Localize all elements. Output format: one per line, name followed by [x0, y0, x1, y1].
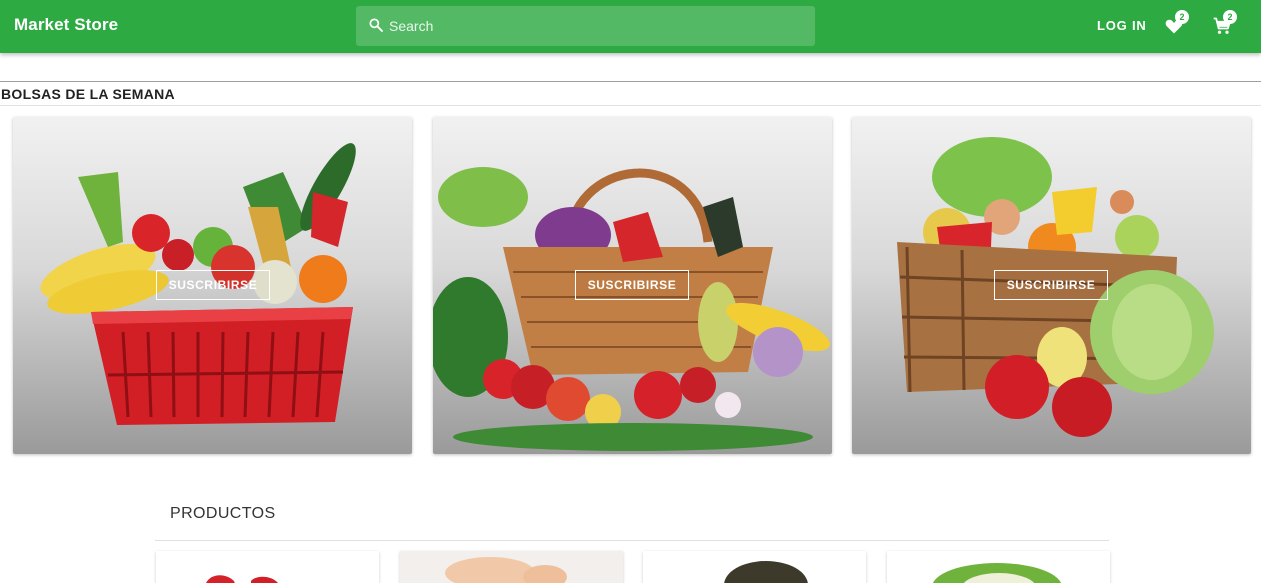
bags-section-title: BOLSAS DE LA SEMANA	[1, 86, 175, 102]
search-box[interactable]	[356, 6, 815, 46]
section-divider	[0, 81, 1261, 82]
chicken-image	[400, 551, 623, 583]
product-card[interactable]	[887, 551, 1110, 583]
section-divider	[155, 540, 1109, 541]
product-card[interactable]	[400, 551, 623, 583]
subscribe-button[interactable]: SUSCRIBIRSE	[156, 270, 270, 300]
product-card[interactable]	[156, 551, 379, 583]
subscribe-button[interactable]: SUSCRIBIRSE	[994, 270, 1108, 300]
section-divider	[0, 105, 1261, 106]
login-button[interactable]: LOG IN	[1093, 14, 1151, 38]
red-peppers-image	[206, 575, 278, 583]
search-icon	[369, 18, 383, 32]
product-card[interactable]	[643, 551, 866, 583]
app-bar: Market Store LOG IN 2 2	[0, 0, 1261, 53]
brand-title[interactable]: Market Store	[14, 15, 118, 35]
favorites-button[interactable]: 2	[1160, 10, 1189, 41]
cart-button[interactable]: 2	[1208, 10, 1237, 41]
bag-card[interactable]: SUSCRIBIRSE	[433, 117, 832, 454]
favorites-badge: 2	[1175, 10, 1189, 24]
avocado-image	[724, 561, 808, 583]
bag-card[interactable]: SUSCRIBIRSE	[13, 117, 412, 454]
search-input[interactable]	[389, 6, 809, 46]
lettuce-cauliflower-image	[932, 563, 1062, 583]
subscribe-button[interactable]: SUSCRIBIRSE	[575, 270, 689, 300]
bag-card[interactable]: SUSCRIBIRSE	[852, 117, 1251, 454]
products-section-title: PRODUCTOS	[170, 505, 276, 522]
cart-badge: 2	[1223, 10, 1237, 24]
